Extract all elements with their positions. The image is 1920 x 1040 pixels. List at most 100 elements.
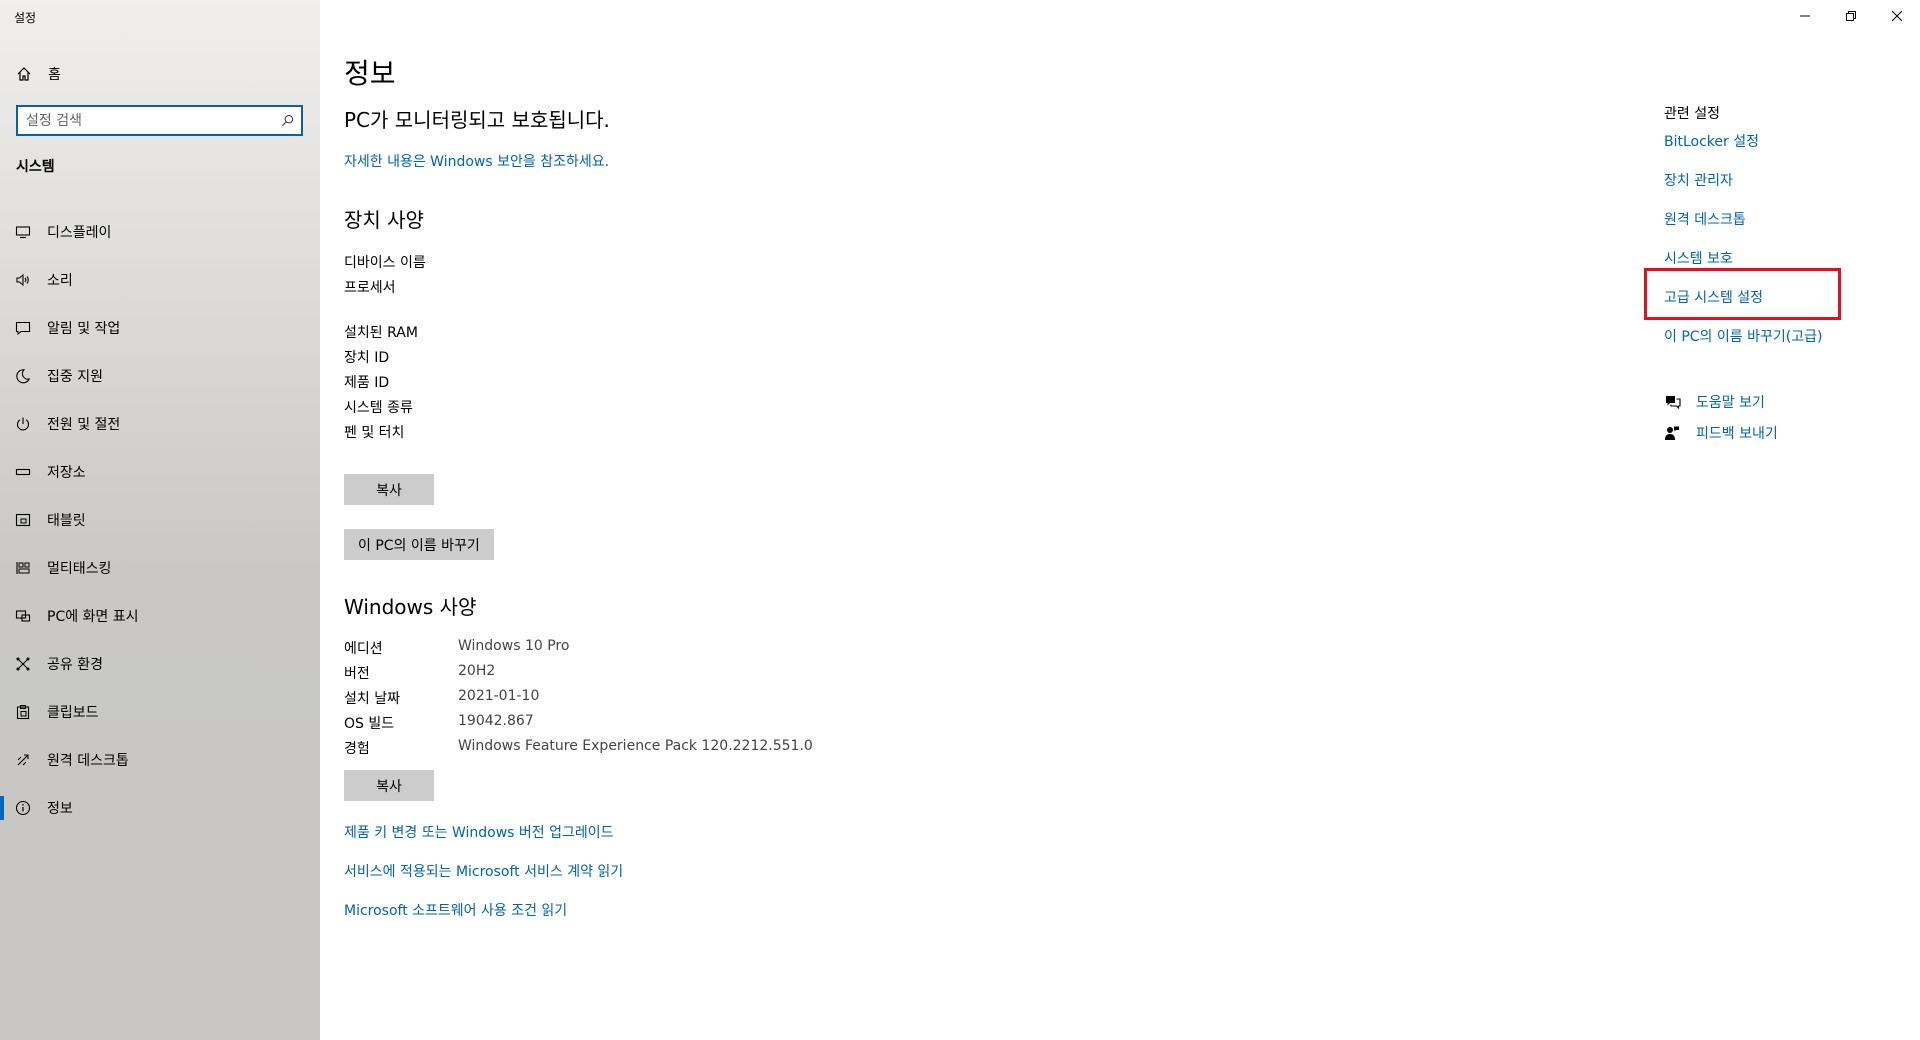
sidebar-item-focus-assist[interactable]: 집중 지원	[0, 352, 320, 400]
sidebar-item-label: 공유 환경	[47, 657, 103, 673]
windows-security-link[interactable]: 자세한 내용은 Windows 보안을 참조하세요.	[344, 151, 609, 171]
product-key-link[interactable]: 제품 키 변경 또는 Windows 버전 업그레이드	[344, 822, 614, 842]
help-chat-icon	[1664, 394, 1682, 410]
sidebar-item-label: PC에 화면 표시	[47, 609, 139, 625]
device-specs-title: 장치 사양	[344, 208, 424, 232]
spec-value: 20H2	[458, 663, 496, 679]
sidebar-item-about[interactable]: 정보	[0, 784, 320, 832]
sidebar-item-storage[interactable]: 저장소	[0, 448, 320, 496]
sidebar-nav: 디스플레이 소리 알림 및 작업 집중 지원 전원 및 절전 저장소 태블릿 멀…	[0, 208, 320, 832]
sidebar-item-label: 저장소	[47, 465, 86, 481]
windows-specs-title: Windows 사양	[344, 595, 477, 619]
storage-icon	[14, 463, 32, 481]
home-icon	[16, 66, 34, 82]
sidebar-item-label: 태블릿	[47, 513, 86, 529]
sidebar-item-sound[interactable]: 소리	[0, 256, 320, 304]
sidebar-section-title: 시스템	[16, 159, 55, 175]
spec-row-processor: 프로세서	[344, 277, 458, 297]
sidebar-item-clipboard[interactable]: 클립보드	[0, 688, 320, 736]
sidebar-item-display[interactable]: 디스플레이	[0, 208, 320, 256]
sidebar-item-label: 알림 및 작업	[47, 321, 121, 337]
spec-key: 디바이스 이름	[344, 255, 426, 271]
sidebar-item-label: 원격 데스크톱	[47, 753, 129, 769]
spec-key: 버전	[344, 666, 370, 682]
spec-row-edition: 에디션 Windows 10 Pro	[344, 638, 569, 658]
spec-row-version: 버전 20H2	[344, 663, 495, 683]
window-controls	[1782, 0, 1920, 32]
minimize-button[interactable]	[1782, 0, 1828, 32]
sidebar-item-multitasking[interactable]: 멀티태스킹	[0, 544, 320, 592]
feedback-person-icon	[1664, 425, 1682, 441]
spec-key: 에디션	[344, 641, 383, 657]
settings-window: 설정 홈 시스템 디스플레이 소리 알림 및	[0, 0, 1920, 1040]
spec-row-pen-touch: 펜 및 터치	[344, 422, 458, 442]
clipboard-icon	[14, 703, 32, 721]
spec-row-install-date: 설치 날짜 2021-01-10	[344, 688, 539, 708]
close-icon	[1892, 11, 1902, 21]
related-settings-title: 관련 설정	[1664, 106, 1720, 122]
page-title: 정보	[344, 57, 396, 90]
spec-row-os-build: OS 빌드 19042.867	[344, 713, 534, 733]
system-protection-link[interactable]: 시스템 보호	[1664, 248, 1733, 268]
maximize-button[interactable]	[1828, 0, 1874, 32]
rename-pc-button[interactable]: 이 PC의 이름 바꾸기	[344, 529, 494, 560]
search-input[interactable]	[26, 112, 279, 129]
remote-desktop-icon	[14, 751, 32, 769]
spec-key: 프로세서	[344, 280, 396, 296]
close-button[interactable]	[1874, 0, 1920, 32]
minimize-icon	[1800, 15, 1810, 17]
sidebar-item-shared-experiences[interactable]: 공유 환경	[0, 640, 320, 688]
spec-key: 경험	[344, 741, 370, 757]
sidebar-item-project[interactable]: PC에 화면 표시	[0, 592, 320, 640]
license-terms-link[interactable]: Microsoft 소프트웨어 사용 조건 읽기	[344, 900, 567, 920]
spec-key: 장치 ID	[344, 350, 390, 366]
app-title: 설정	[14, 11, 37, 25]
rename-pc-advanced-link[interactable]: 이 PC의 이름 바꾸기(고급)	[1664, 326, 1822, 346]
spec-row-system-type: 시스템 종류	[344, 397, 458, 417]
search-icon[interactable]	[279, 113, 295, 129]
sidebar-item-label: 클립보드	[47, 705, 99, 721]
service-agreement-link[interactable]: 서비스에 적용되는 Microsoft 서비스 계약 읽기	[344, 861, 623, 881]
spec-row-device-name: 디바이스 이름	[344, 252, 458, 272]
sidebar-item-tablet[interactable]: 태블릿	[0, 496, 320, 544]
display-icon	[14, 223, 32, 241]
sidebar-home[interactable]: 홈	[16, 62, 61, 86]
sidebar-item-label: 소리	[47, 273, 73, 289]
spec-key: 제품 ID	[344, 375, 390, 391]
remote-desktop-link[interactable]: 원격 데스크톱	[1664, 209, 1746, 229]
spec-value: 2021-01-10	[458, 688, 540, 704]
copy-windows-specs-button[interactable]: 복사	[344, 770, 434, 801]
search-box[interactable]	[16, 105, 303, 136]
sidebar-item-label: 멀티태스킹	[47, 561, 112, 577]
spec-key: 시스템 종류	[344, 400, 413, 416]
sidebar-item-power[interactable]: 전원 및 절전	[0, 400, 320, 448]
spec-key: 설치 날짜	[344, 691, 400, 707]
get-help-row[interactable]: 도움말 보기	[1664, 392, 1765, 412]
spec-row-ram: 설치된 RAM	[344, 322, 458, 342]
copy-device-specs-button[interactable]: 복사	[344, 474, 434, 505]
shared-experiences-icon	[14, 655, 32, 673]
sidebar-item-label: 정보	[47, 801, 73, 817]
spec-key: 펜 및 터치	[344, 425, 405, 441]
sidebar-item-label: 집중 지원	[47, 369, 103, 385]
sidebar-item-remote-desktop[interactable]: 원격 데스크톱	[0, 736, 320, 784]
protection-status: PC가 모니터링되고 보호됩니다.	[344, 108, 610, 132]
spec-key: 설치된 RAM	[344, 325, 418, 341]
multitasking-icon	[14, 559, 32, 577]
get-help-link[interactable]: 도움말 보기	[1696, 392, 1765, 412]
send-feedback-link[interactable]: 피드백 보내기	[1696, 423, 1778, 443]
spec-row-product-id: 제품 ID	[344, 372, 458, 392]
sidebar: 설정 홈 시스템 디스플레이 소리 알림 및	[0, 0, 320, 1040]
bitlocker-settings-link[interactable]: BitLocker 설정	[1664, 131, 1759, 151]
sidebar-item-label: 디스플레이	[47, 225, 112, 241]
tablet-icon	[14, 511, 32, 529]
spec-value: Windows 10 Pro	[458, 638, 570, 654]
spec-row-device-id: 장치 ID	[344, 347, 458, 367]
sound-icon	[14, 271, 32, 289]
project-icon	[14, 607, 32, 625]
info-icon	[14, 799, 32, 817]
send-feedback-row[interactable]: 피드백 보내기	[1664, 423, 1778, 443]
device-manager-link[interactable]: 장치 관리자	[1664, 170, 1733, 190]
sidebar-item-notifications[interactable]: 알림 및 작업	[0, 304, 320, 352]
spec-key: OS 빌드	[344, 716, 395, 732]
